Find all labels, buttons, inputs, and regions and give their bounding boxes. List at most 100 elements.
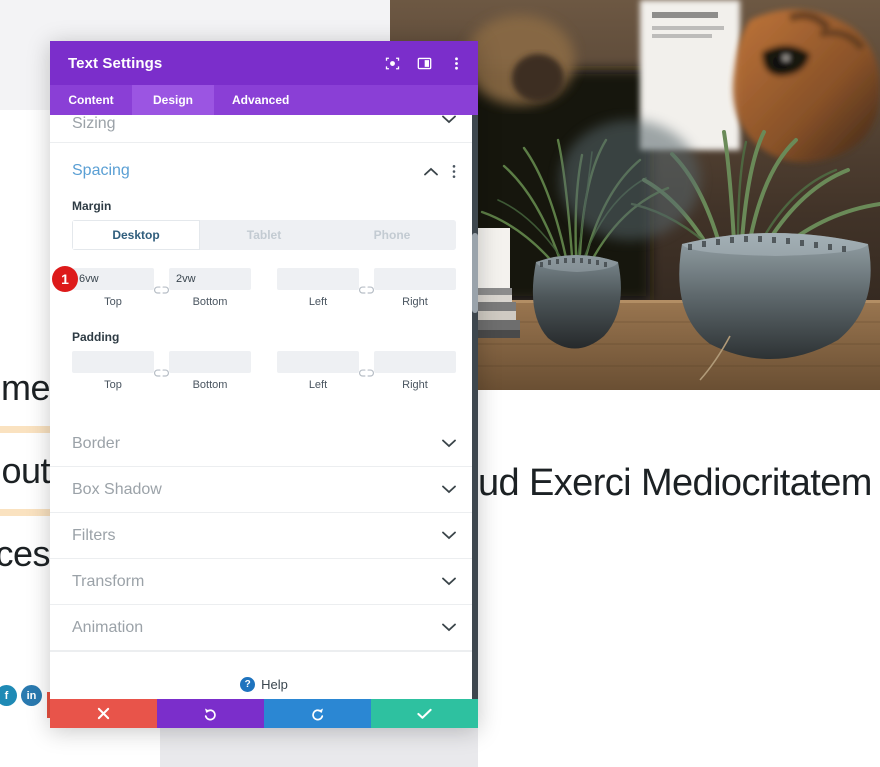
modal-title: Text Settings <box>68 54 163 72</box>
text-settings-modal: Text Settings Content Design Advanced Si… <box>50 41 478 728</box>
tab-design[interactable]: Design <box>132 85 214 115</box>
screenshot-root: me out ices f in ud Exerci Mediocritatem… <box>0 0 880 767</box>
scrollbar-track <box>472 115 478 699</box>
section-animation-label: Animation <box>72 618 144 636</box>
nav-divider <box>0 509 52 516</box>
unlinked-chain-icon[interactable] <box>154 282 169 295</box>
question-mark-icon: ? <box>240 677 256 692</box>
section-sizing[interactable]: Sizing <box>50 115 478 143</box>
panel-scrollbar[interactable] <box>472 115 478 699</box>
linkedin-icon[interactable]: in <box>21 685 42 706</box>
help-link[interactable]: ? Help <box>50 651 478 699</box>
checkmark-icon <box>417 708 432 719</box>
chevron-down-icon <box>442 115 456 124</box>
section-sizing-label: Sizing <box>72 115 116 132</box>
save-button[interactable] <box>371 699 478 728</box>
unlinked-chain-icon[interactable] <box>359 365 374 378</box>
margin-bottom-label: Bottom <box>192 296 228 308</box>
section-border-label: Border <box>72 434 121 452</box>
settings-scroll-area: Sizing Spacing Margin Desktop Tablet Pho… <box>50 115 478 699</box>
background-bottom-panel <box>160 728 478 767</box>
padding-label: Padding <box>72 330 120 344</box>
margin-left-input[interactable] <box>277 268 359 290</box>
panel-layout-icon[interactable] <box>416 55 432 71</box>
section-transform-label: Transform <box>72 572 145 590</box>
device-tab-desktop[interactable]: Desktop <box>72 220 200 250</box>
margin-right-input[interactable] <box>374 268 456 290</box>
section-spacing-label: Spacing <box>72 162 130 179</box>
cancel-button[interactable] <box>50 699 157 728</box>
margin-bottom-cell: Bottom <box>169 268 251 308</box>
margin-left-label: Left <box>308 296 328 308</box>
background-social-links: f in <box>0 685 42 706</box>
margin-field-row: 1 Top Bottom <box>50 266 478 308</box>
section-box-shadow[interactable]: Box Shadow <box>50 467 478 513</box>
padding-right-cell: Right <box>374 351 456 391</box>
margin-top-input[interactable] <box>72 268 154 290</box>
redo-arrow-icon <box>312 708 324 721</box>
padding-top-cell: Top <box>72 351 154 391</box>
chevron-up-icon[interactable] <box>424 167 438 176</box>
nav-divider <box>0 426 52 433</box>
modal-header: Text Settings <box>50 41 478 85</box>
section-transform[interactable]: Transform <box>50 559 478 605</box>
section-border[interactable]: Border <box>50 421 478 467</box>
section-box-shadow-label: Box Shadow <box>72 480 162 498</box>
undo-arrow-icon <box>204 708 216 721</box>
chevron-down-icon <box>442 531 456 540</box>
padding-right-input[interactable] <box>374 351 456 373</box>
chevron-down-icon <box>442 439 456 448</box>
chevron-down-icon <box>442 623 456 632</box>
section-animation[interactable]: Animation <box>50 605 478 651</box>
step-badge-1: 1 <box>52 266 78 292</box>
redo-button[interactable] <box>264 699 371 728</box>
margin-bottom-input[interactable] <box>169 268 251 290</box>
tab-content[interactable]: Content <box>50 85 132 115</box>
tab-advanced[interactable]: Advanced <box>214 85 307 115</box>
device-tab-phone[interactable]: Phone <box>328 220 456 250</box>
padding-bottom-cell: Bottom <box>169 351 251 391</box>
padding-bottom-input[interactable] <box>169 351 251 373</box>
close-x-icon <box>97 707 110 720</box>
unlinked-chain-icon[interactable] <box>154 365 169 378</box>
padding-left-input[interactable] <box>277 351 359 373</box>
margin-label: Margin <box>72 199 112 213</box>
padding-field-row: Top Bottom Left Right <box>50 351 478 391</box>
facebook-icon[interactable]: f <box>0 685 17 706</box>
modal-header-actions <box>384 55 464 71</box>
help-label: Help <box>261 677 288 692</box>
modal-tab-bar: Content Design Advanced <box>50 85 478 115</box>
nav-item-about[interactable]: out <box>0 433 52 509</box>
chevron-down-icon <box>442 577 456 586</box>
background-site-nav: me out ices <box>0 350 52 680</box>
padding-left-label: Left <box>308 379 328 391</box>
padding-right-label: Right <box>402 379 428 391</box>
device-tab-tablet[interactable]: Tablet <box>200 220 328 250</box>
focus-target-icon[interactable] <box>384 55 400 71</box>
margin-top-cell: Top <box>72 268 154 308</box>
device-preview-tabs: Desktop Tablet Phone <box>72 220 456 250</box>
modal-footer <box>50 699 478 728</box>
more-options-icon[interactable] <box>448 55 464 71</box>
nav-item-services[interactable]: ices <box>0 516 52 592</box>
margin-right-label: Right <box>402 296 428 308</box>
section-filters[interactable]: Filters <box>50 513 478 559</box>
undo-button[interactable] <box>157 699 264 728</box>
margin-left-cell: Left <box>277 268 359 308</box>
modal-body: Sizing Spacing Margin Desktop Tablet Pho… <box>50 115 478 699</box>
section-spacing-header[interactable]: Spacing <box>50 143 478 199</box>
background-page-heading: ud Exerci Mediocritatem <box>478 462 872 504</box>
nav-item-home[interactable]: me <box>0 350 52 426</box>
padding-top-input[interactable] <box>72 351 154 373</box>
spacing-options-icon[interactable] <box>452 164 456 179</box>
padding-left-cell: Left <box>277 351 359 391</box>
padding-bottom-label: Bottom <box>192 379 228 391</box>
margin-right-cell: Right <box>374 268 456 308</box>
section-filters-label: Filters <box>72 526 116 544</box>
margin-top-label: Top <box>104 296 122 308</box>
padding-top-label: Top <box>104 379 122 391</box>
chevron-down-icon <box>442 485 456 494</box>
unlinked-chain-icon[interactable] <box>359 282 374 295</box>
scrollbar-thumb[interactable] <box>472 233 478 313</box>
